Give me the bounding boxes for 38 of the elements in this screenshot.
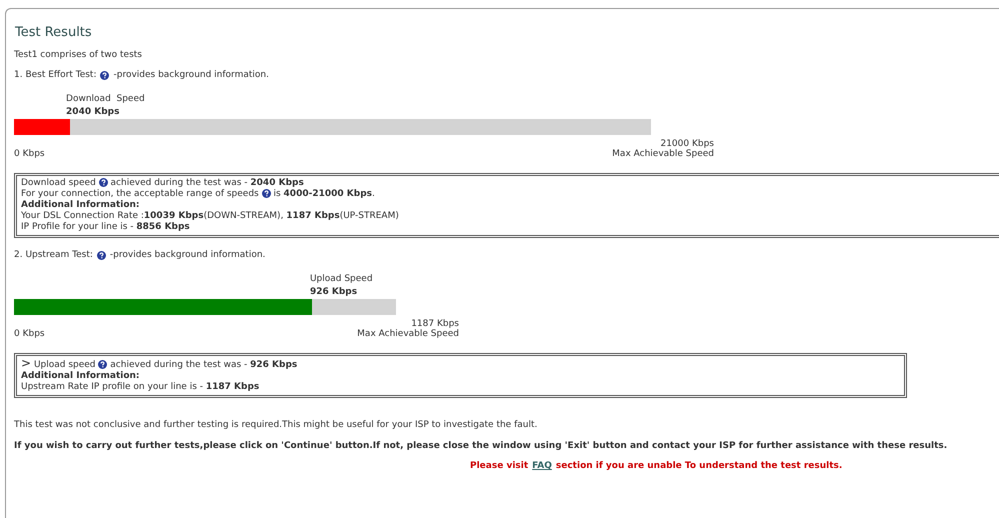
faq-text: Please visit: [470, 461, 528, 471]
meter-reading: 2040 Kbps: [66, 107, 120, 117]
test-heading: 2. Upstream Test:: [14, 250, 93, 260]
min-speed: 0 Kbps: [14, 329, 45, 339]
info-text: IP Profile for your line is - 8856 Kbps: [21, 222, 190, 232]
meter-reading: 926 Kbps: [310, 287, 358, 297]
intro-text: Test1 comprises of two tests: [14, 50, 143, 60]
help-icon[interactable]: [98, 360, 108, 370]
info-heading: Additional Information:: [21, 200, 140, 210]
help-icon[interactable]: [98, 178, 108, 188]
help-icon[interactable]: [96, 250, 106, 260]
faq-text: section if you are unable To understand the test results.: [556, 461, 842, 471]
info-text: For your connection, the acceptable range of speeds: [21, 189, 259, 199]
test-heading: -provides background information.: [110, 250, 266, 260]
info-text: is 4000-21000 Kbps.: [273, 189, 375, 199]
info-text: achieved during the test was - 926 Kbps: [110, 360, 298, 370]
help-icon[interactable]: [262, 189, 271, 198]
min-speed: 0 Kbps: [14, 149, 45, 159]
page-title: Test Results: [15, 25, 93, 40]
help-icon[interactable]: [100, 70, 110, 80]
info-text: Your DSL Connection Rate :10039 Kbps(DOWN-STREAM), 1187 Kbps(UP-STREAM): [21, 211, 399, 221]
test-heading: 1. Best Effort Test:: [14, 70, 96, 80]
meter-label: Download Speed: [66, 94, 146, 104]
max-speed: 1187 Kbps: [410, 319, 459, 329]
info-text: Upload speed: [34, 360, 96, 370]
max-caption: Max Achievable Speed: [612, 149, 714, 159]
info-heading: Additional Information:: [21, 371, 140, 381]
marker: >: [21, 356, 32, 370]
note-text: This test was not conclusive and further testing is required.This might be useful for your ISP to investigate the fault.: [14, 420, 538, 430]
faq-link[interactable]: FAQ: [532, 461, 552, 471]
instruction-text: If you wish to carry out further tests,please click on 'Continue' button.If not, please close the window using 'Exit' button and contact your ISP for further assistance with these results.: [14, 441, 948, 451]
info-text: achieved during the test was - 2040 Kbps: [110, 178, 304, 188]
info-text: Download speed: [21, 178, 96, 188]
max-speed: 21000 Kbps: [659, 139, 714, 149]
info-text: Upstream Rate IP profile on your line is - 1187 Kbps: [21, 382, 260, 392]
meter-label: Upload Speed: [310, 274, 374, 284]
max-caption: Max Achievable Speed: [357, 329, 459, 339]
test-heading: -provides background information.: [113, 70, 269, 80]
